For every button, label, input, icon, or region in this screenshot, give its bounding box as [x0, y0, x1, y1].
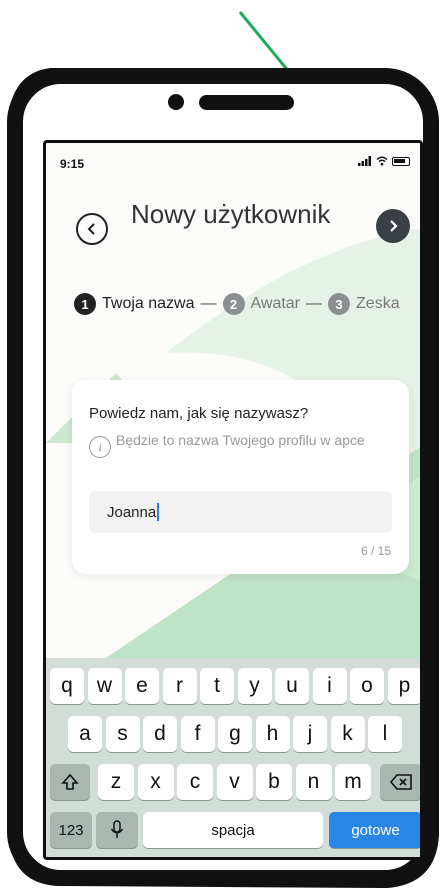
- name-card: Powiedz nam, jak się nazywasz? i Będzie …: [72, 380, 409, 574]
- signal-icon: [358, 156, 371, 166]
- key-q[interactable]: q: [50, 668, 84, 704]
- key-i[interactable]: i: [312, 668, 347, 704]
- wifi-icon: [376, 156, 388, 166]
- key-g[interactable]: g: [218, 716, 252, 752]
- key-c[interactable]: c: [177, 764, 213, 800]
- key-l[interactable]: l: [368, 716, 402, 752]
- status-time: 9:15: [60, 157, 85, 171]
- key-u[interactable]: u: [275, 668, 309, 704]
- key-m[interactable]: m: [335, 764, 371, 800]
- key-t[interactable]: t: [200, 668, 234, 704]
- key-n[interactable]: n: [295, 764, 332, 800]
- backspace-key[interactable]: [380, 764, 420, 800]
- step-3: 3 Zeska: [328, 293, 400, 315]
- key-y[interactable]: y: [237, 668, 272, 704]
- on-screen-keyboard: qwertyuiop asdfghjkl zxcvbnm 123 spacja …: [46, 658, 420, 857]
- step-label: Awatar: [250, 295, 301, 312]
- key-f[interactable]: f: [180, 716, 215, 752]
- microphone-icon: [110, 820, 124, 838]
- key-s[interactable]: s: [105, 716, 140, 752]
- key-b[interactable]: b: [256, 764, 292, 800]
- key-z[interactable]: z: [98, 764, 134, 800]
- chevron-right-icon: [390, 220, 398, 232]
- key-w[interactable]: w: [87, 668, 122, 704]
- shift-icon: [61, 773, 79, 790]
- key-o[interactable]: o: [350, 668, 384, 704]
- speaker-bar: [199, 95, 294, 110]
- info-icon: i: [89, 436, 111, 458]
- key-d[interactable]: d: [143, 716, 177, 752]
- key-v[interactable]: v: [216, 764, 253, 800]
- keyboard-row-4: 123 spacja gotowe: [46, 812, 420, 848]
- step-number: 3: [328, 293, 351, 315]
- key-e[interactable]: e: [125, 668, 159, 704]
- stepper: 1 Twoja nazwa — 2 Awatar — 3 Zeska: [74, 293, 400, 315]
- step-number: 2: [222, 293, 245, 315]
- microphone-key[interactable]: [96, 812, 138, 848]
- step-label: Zeska: [356, 295, 400, 312]
- step-1: 1 Twoja nazwa: [74, 293, 195, 315]
- name-input-value: Joanna: [107, 503, 157, 521]
- key-x[interactable]: x: [137, 764, 174, 800]
- phone-screen: 9:15 Nowy użytkownik 1 Twoja nazwa — 2 A…: [43, 140, 423, 860]
- text-caret: [157, 503, 160, 521]
- page-title: Nowy użytkownik: [131, 199, 331, 229]
- phone-frame: 9:15 Nowy użytkownik 1 Twoja nazwa — 2 A…: [7, 68, 439, 886]
- keyboard-row-3: zxcvbnm: [46, 764, 420, 800]
- status-icons: [358, 156, 410, 166]
- numbers-key[interactable]: 123: [50, 812, 92, 848]
- key-h[interactable]: h: [255, 716, 290, 752]
- chevron-left-icon: [87, 223, 95, 235]
- battery-icon: [392, 156, 410, 166]
- backspace-icon: [389, 774, 412, 790]
- name-input[interactable]: Joanna: [89, 491, 392, 533]
- key-k[interactable]: k: [330, 716, 365, 752]
- step-number: 1: [74, 293, 96, 315]
- key-a[interactable]: a: [68, 716, 102, 752]
- step-2: 2 Awatar: [222, 293, 301, 315]
- step-separator: —: [200, 295, 217, 312]
- shift-key[interactable]: [50, 764, 90, 800]
- step-label: Twoja nazwa: [102, 295, 195, 312]
- character-counter: 6 / 15: [360, 544, 391, 558]
- keyboard-row-2: asdfghjkl: [46, 716, 420, 752]
- done-key[interactable]: gotowe: [329, 812, 420, 848]
- camera-dot: [168, 94, 184, 110]
- step-separator: —: [306, 295, 323, 312]
- key-p[interactable]: p: [387, 668, 420, 704]
- keyboard-row-1: qwertyuiop: [46, 668, 420, 704]
- space-key[interactable]: spacja: [143, 812, 323, 848]
- next-button[interactable]: [376, 209, 410, 243]
- card-hint: Będzie to nazwa Twojego profilu w apce: [116, 432, 365, 448]
- key-j[interactable]: j: [293, 716, 327, 752]
- back-button[interactable]: [76, 213, 108, 245]
- card-question: Powiedz nam, jak się nazywasz?: [89, 405, 309, 422]
- key-r[interactable]: r: [162, 668, 197, 704]
